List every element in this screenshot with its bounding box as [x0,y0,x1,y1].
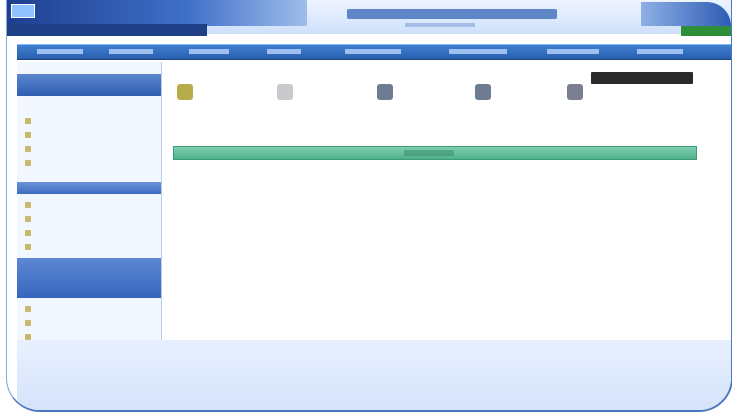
menu-bar[interactable] [17,44,731,60]
menu-item[interactable] [267,49,301,54]
app-window [6,0,732,412]
quick-link-label [589,89,629,95]
quick-link[interactable] [475,80,537,104]
calendar-icon [377,84,393,100]
main-content [167,62,701,352]
home-icon [177,84,193,100]
brand-block [7,0,307,26]
top-nav[interactable] [7,24,207,36]
sidebar-header [17,74,161,96]
quick-link[interactable] [377,80,439,104]
sidebar-item[interactable] [25,320,35,329]
menu-item[interactable] [189,49,229,54]
document-icon [277,84,293,100]
menu-item[interactable] [37,49,83,54]
quick-link-label [199,89,239,95]
sidebar-item[interactable] [25,160,35,169]
quick-link-label [399,89,439,95]
results-area [173,172,695,332]
sidebar-item[interactable] [25,244,35,253]
bottom-band [17,340,731,410]
quick-link[interactable] [567,80,629,104]
sidebar-item[interactable] [25,202,35,211]
menu-item[interactable] [449,49,507,54]
status-bar-center [404,150,454,156]
menu-item[interactable] [637,49,683,54]
report-icon [475,84,491,100]
menu-item[interactable] [345,49,401,54]
quick-link[interactable] [277,80,339,104]
sidebar-section [17,182,161,194]
quick-link-label [299,89,339,95]
sidebar-item[interactable] [25,216,35,225]
header-action-button[interactable] [681,26,731,36]
quick-link-label [497,89,537,95]
status-bar [173,146,697,160]
sidebar-item[interactable] [25,146,35,155]
menu-item[interactable] [109,49,153,54]
sidebar-item[interactable] [25,132,35,141]
sidebar [17,62,162,350]
menu-item[interactable] [547,49,599,54]
title-bar [7,0,731,36]
sidebar-item[interactable] [25,118,35,127]
header-right-graphic [641,2,731,26]
sidebar-item[interactable] [25,306,35,315]
app-subtitle [405,23,475,27]
sidebar-highlight[interactable] [17,258,161,298]
sidebar-item[interactable] [25,230,35,239]
logo-icon [11,4,35,18]
settings-icon [567,84,583,100]
app-title [347,9,557,19]
quick-link[interactable] [177,80,239,104]
